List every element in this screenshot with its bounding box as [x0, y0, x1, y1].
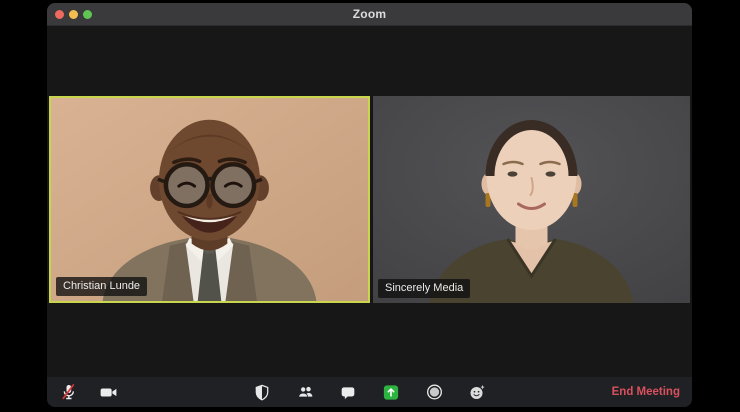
traffic-lights	[55, 9, 92, 19]
zoom-window: Zoom Christian Lunde Sincerely Media End…	[47, 3, 692, 407]
microphone-muted-icon	[62, 384, 75, 400]
video-camera-icon	[100, 387, 116, 397]
meeting-content: Christian Lunde Sincerely Media	[47, 26, 692, 377]
security-button[interactable]	[250, 380, 274, 404]
security-shield-icon	[255, 384, 269, 400]
maximize-button[interactable]	[83, 9, 92, 19]
video-feed-man-portrait	[51, 98, 368, 301]
video-grid: Christian Lunde Sincerely Media	[49, 96, 690, 303]
participants-icon	[297, 386, 312, 398]
minimize-button[interactable]	[69, 9, 78, 19]
desktop-background: Zoom Christian Lunde Sincerely Media End…	[0, 0, 740, 412]
video-tile-christian-lunde[interactable]: Christian Lunde	[49, 96, 370, 303]
close-button[interactable]	[55, 9, 64, 19]
participant-name-label: Sincerely Media	[378, 279, 471, 298]
video-feed-woman-portrait	[373, 96, 690, 303]
toolbar-center-group	[250, 380, 489, 404]
meeting-toolbar: End Meeting	[47, 377, 692, 407]
toolbar-left-group	[56, 380, 120, 404]
video-button[interactable]	[96, 380, 120, 404]
participant-name-label: Christian Lunde	[56, 277, 148, 296]
share-screen-icon	[383, 384, 399, 400]
end-meeting-button[interactable]: End Meeting	[612, 386, 680, 398]
participants-button[interactable]	[293, 380, 317, 404]
window-titlebar[interactable]: Zoom	[47, 3, 692, 26]
video-tile-sincerely-media[interactable]: Sincerely Media	[373, 96, 690, 303]
mute-button[interactable]	[56, 380, 80, 404]
record-icon	[426, 384, 442, 400]
reactions-button[interactable]	[465, 380, 489, 404]
chat-bubble-icon	[341, 386, 355, 399]
record-button[interactable]	[422, 380, 446, 404]
chat-button[interactable]	[336, 380, 360, 404]
share-screen-button[interactable]	[379, 380, 403, 404]
reactions-smiley-icon	[470, 384, 485, 399]
window-title: Zoom	[352, 7, 387, 21]
